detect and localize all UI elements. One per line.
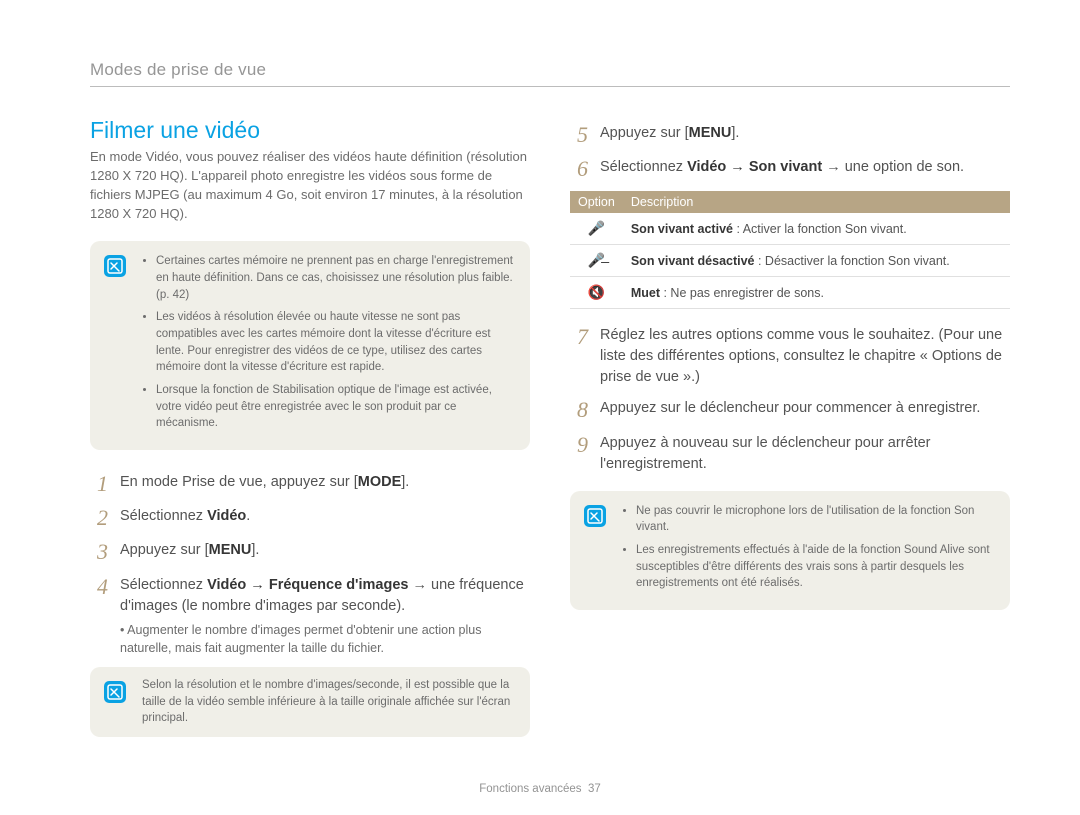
page-footer: Fonctions avancées 37 bbox=[0, 783, 1080, 795]
option-label: Son vivant activé bbox=[631, 222, 733, 236]
step-text: Appuyez sur le déclencheur pour commence… bbox=[600, 398, 1010, 422]
step-text: Appuyez sur [ bbox=[600, 125, 689, 141]
step-text: ]. bbox=[401, 474, 409, 490]
step-number: 4 bbox=[90, 575, 108, 657]
table-row: 🎤 Son vivant activé : Activer la fonctio… bbox=[570, 213, 1010, 245]
table-header-description: Description bbox=[623, 191, 1010, 213]
step-7: 7 Réglez les autres options comme vous l… bbox=[570, 325, 1010, 388]
step-text: Appuyez sur [ bbox=[120, 542, 209, 558]
step-text: Appuyez à nouveau sur le déclencheur pou… bbox=[600, 433, 1010, 475]
step-number: 9 bbox=[570, 433, 588, 475]
mic-on-icon: 🎤 bbox=[570, 213, 623, 245]
mute-icon: 🔇 bbox=[570, 277, 623, 309]
note-icon bbox=[104, 681, 126, 703]
step-number: 2 bbox=[90, 506, 108, 530]
table-header-option: Option bbox=[570, 191, 623, 213]
option-desc: : Activer la fonction Son vivant. bbox=[733, 222, 907, 236]
page-title: Filmer une vidéo bbox=[90, 117, 530, 144]
mode-button-label: MODE bbox=[358, 474, 402, 490]
sound-options-table: Option Description 🎤 Son vivant activé :… bbox=[570, 191, 1010, 309]
note-item: Ne pas couvrir le microphone lors de l'u… bbox=[636, 503, 994, 536]
page-number: 37 bbox=[588, 783, 601, 795]
note-item: Les enregistrements effectués à l'aide d… bbox=[636, 542, 994, 592]
mic-off-icon: 🎤̶ bbox=[570, 245, 623, 277]
steps-list-right-b: 7 Réglez les autres options comme vous l… bbox=[570, 325, 1010, 474]
step-text: Réglez les autres options comme vous le … bbox=[600, 325, 1010, 388]
step-number: 3 bbox=[90, 540, 108, 564]
step-text: ]. bbox=[731, 125, 739, 141]
step-number: 7 bbox=[570, 325, 588, 388]
option-label: Son vivant désactivé bbox=[631, 254, 755, 268]
step-text: Sélectionnez bbox=[120, 577, 207, 593]
video-option: Vidéo bbox=[207, 508, 246, 524]
intro-paragraph: En mode Vidéo, vous pouvez réaliser des … bbox=[90, 148, 530, 223]
note-text: Selon la résolution et le nombre d'image… bbox=[142, 677, 514, 727]
step-number: 6 bbox=[570, 157, 588, 181]
steps-list-left: 1 En mode Prise de vue, appuyez sur [MOD… bbox=[90, 472, 530, 657]
option-label: Muet bbox=[631, 286, 660, 300]
note-item: Les vidéos à résolution élevée ou haute … bbox=[156, 309, 514, 376]
note-item: Certaines cartes mémoire ne prennent pas… bbox=[156, 253, 514, 303]
step-4: 4 Sélectionnez Vidéo → Fréquence d'image… bbox=[90, 575, 530, 657]
menu-button-label: MENU bbox=[209, 542, 252, 558]
step-5: 5 Appuyez sur [MENU]. bbox=[570, 123, 1010, 147]
step-subnote: Augmenter le nombre d'images permet d'ob… bbox=[120, 621, 530, 657]
step-8: 8 Appuyez sur le déclencheur pour commen… bbox=[570, 398, 1010, 422]
step-text: → une option de son. bbox=[822, 159, 964, 175]
step-text: Sélectionnez bbox=[120, 508, 207, 524]
note-item: Lorsque la fonction de Stabilisation opt… bbox=[156, 382, 514, 432]
step-text: En mode Prise de vue, appuyez sur [ bbox=[120, 474, 358, 490]
notebox-sound-alive: Ne pas couvrir le microphone lors de l'u… bbox=[570, 491, 1010, 610]
step-1: 1 En mode Prise de vue, appuyez sur [MOD… bbox=[90, 472, 530, 496]
table-row: 🎤̶ Son vivant désactivé : Désactiver la … bbox=[570, 245, 1010, 277]
sound-alive-path: Vidéo → Son vivant bbox=[687, 159, 822, 175]
step-2: 2 Sélectionnez Vidéo. bbox=[90, 506, 530, 530]
notebox-memory-card: Certaines cartes mémoire ne prennent pas… bbox=[90, 241, 530, 450]
menu-button-label: MENU bbox=[689, 125, 732, 141]
step-number: 1 bbox=[90, 472, 108, 496]
section-kicker: Modes de prise de vue bbox=[90, 60, 1010, 87]
option-desc: : Désactiver la fonction Son vivant. bbox=[755, 254, 950, 268]
table-row: 🔇 Muet : Ne pas enregistrer de sons. bbox=[570, 277, 1010, 309]
option-desc: : Ne pas enregistrer de sons. bbox=[660, 286, 824, 300]
left-column: Filmer une vidéo En mode Vidéo, vous pou… bbox=[90, 117, 530, 759]
footer-label: Fonctions avancées bbox=[479, 783, 581, 795]
step-number: 8 bbox=[570, 398, 588, 422]
note-icon bbox=[104, 255, 126, 277]
step-3: 3 Appuyez sur [MENU]. bbox=[90, 540, 530, 564]
step-text: . bbox=[246, 508, 250, 524]
notebox-resolution: Selon la résolution et le nombre d'image… bbox=[90, 667, 530, 737]
note-icon bbox=[584, 505, 606, 527]
step-number: 5 bbox=[570, 123, 588, 147]
step-text: ]. bbox=[251, 542, 259, 558]
step-text: Sélectionnez bbox=[600, 159, 687, 175]
right-column: 5 Appuyez sur [MENU]. 6 Sélectionnez Vid… bbox=[570, 117, 1010, 759]
step-9: 9 Appuyez à nouveau sur le déclencheur p… bbox=[570, 433, 1010, 475]
step-6: 6 Sélectionnez Vidéo → Son vivant → une … bbox=[570, 157, 1010, 181]
steps-list-right-a: 5 Appuyez sur [MENU]. 6 Sélectionnez Vid… bbox=[570, 123, 1010, 181]
frame-rate-path: Vidéo → Fréquence d'images bbox=[207, 577, 408, 593]
